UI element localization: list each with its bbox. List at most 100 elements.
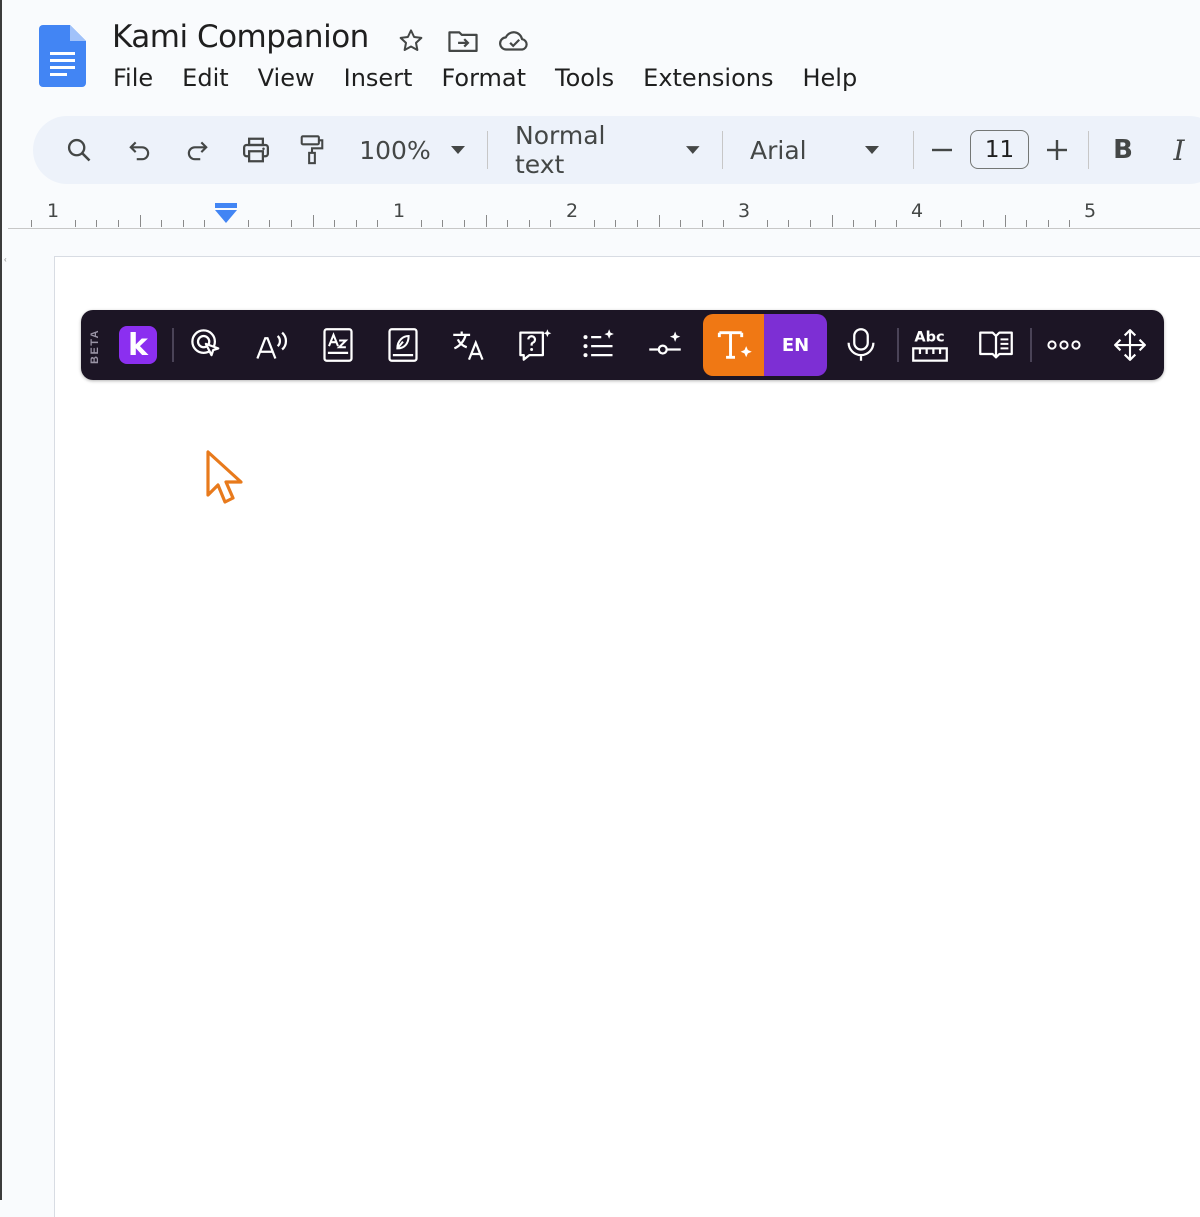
kami-divider xyxy=(1030,328,1032,362)
ruler-tick xyxy=(377,220,379,227)
decrease-font-size-button[interactable] xyxy=(925,116,959,184)
kami-divider xyxy=(172,328,174,362)
kami-dictionary-button[interactable] xyxy=(312,318,364,372)
menu-bar: File Edit View Insert Format Tools Exten… xyxy=(113,64,886,92)
redo-button[interactable] xyxy=(178,116,216,184)
ruler-tick xyxy=(615,220,617,227)
kami-move-handle[interactable] xyxy=(1104,318,1156,372)
ruler-tick xyxy=(593,220,595,227)
ruler-tick xyxy=(896,220,898,227)
ruler-tick xyxy=(1026,220,1028,227)
ruler-tick xyxy=(507,220,509,227)
print-icon xyxy=(243,137,269,163)
ruler-tick xyxy=(420,220,422,227)
menu-edit[interactable]: Edit xyxy=(182,64,228,92)
zoom-value: 100% xyxy=(359,135,431,165)
kami-read-aloud-button[interactable] xyxy=(246,318,298,372)
ruler-tick xyxy=(312,215,314,227)
ruler-tick xyxy=(723,220,725,227)
kami-question-button[interactable] xyxy=(509,318,561,372)
menu-view[interactable]: View xyxy=(258,64,315,92)
ruler-tick xyxy=(636,220,638,227)
ruler-tick xyxy=(1047,220,1049,227)
kami-select-button[interactable] xyxy=(181,318,233,372)
kami-logo-button[interactable]: k xyxy=(119,326,157,364)
kami-more-button[interactable] xyxy=(1038,318,1090,372)
kami-language-button[interactable]: EN xyxy=(764,314,827,376)
font-value: Arial xyxy=(750,135,807,165)
ruler-tick xyxy=(874,220,876,227)
star-icon[interactable] xyxy=(394,24,428,58)
collapse-arrow-icon[interactable]: ‹ xyxy=(4,255,8,264)
ruler-tick xyxy=(853,220,855,227)
menu-extensions[interactable]: Extensions xyxy=(643,64,773,92)
ruler-tick xyxy=(269,220,271,227)
chevron-down-icon xyxy=(450,146,465,154)
document-page[interactable] xyxy=(54,256,1200,1217)
ruler-label: 2 xyxy=(566,200,579,222)
zoom-select[interactable]: 100% xyxy=(352,116,472,184)
chevron-down-icon xyxy=(686,146,700,154)
ruler-tick xyxy=(788,220,790,227)
select-icon xyxy=(191,329,220,357)
style-value: Normal text xyxy=(515,121,606,179)
kami-text-simplify-button[interactable] xyxy=(703,314,766,376)
cloud-saved-icon[interactable] xyxy=(498,24,532,58)
menu-help[interactable]: Help xyxy=(802,64,857,92)
kami-immersive-reader-button[interactable] xyxy=(970,318,1022,372)
chevron-down-icon xyxy=(864,146,879,154)
menu-tools[interactable]: Tools xyxy=(555,64,614,92)
ruler-tick xyxy=(161,220,163,227)
menu-format[interactable]: Format xyxy=(441,64,526,92)
ruler-tick xyxy=(31,220,33,227)
ruler-tick xyxy=(809,220,811,227)
redo-icon xyxy=(187,141,208,161)
bold-button[interactable]: B xyxy=(1106,116,1140,184)
beta-badge: BETA xyxy=(89,328,101,364)
increase-font-size-button[interactable] xyxy=(1040,116,1074,184)
undo-icon xyxy=(129,141,150,161)
move-to-folder-icon[interactable] xyxy=(446,24,480,58)
document-title[interactable]: Kami Companion xyxy=(112,19,369,55)
kami-adjust-text-button[interactable] xyxy=(639,318,691,372)
search-menus-button[interactable] xyxy=(60,116,98,184)
kami-divider xyxy=(897,328,899,362)
kami-summarize-button[interactable] xyxy=(573,318,625,372)
menu-insert[interactable]: Insert xyxy=(344,64,413,92)
mouse-pointer-icon xyxy=(206,450,243,504)
ruler-tick xyxy=(96,220,98,227)
horizontal-ruler[interactable] xyxy=(8,196,1200,229)
kami-translate-button[interactable] xyxy=(443,318,495,372)
menu-file[interactable]: File xyxy=(113,64,153,92)
ruler-tick xyxy=(74,220,76,227)
ruler-tick xyxy=(528,220,530,227)
ruler-tick xyxy=(485,215,487,227)
undo-button[interactable] xyxy=(121,116,159,184)
ruler-tick xyxy=(334,220,336,227)
docs-logo-icon[interactable] xyxy=(39,25,86,87)
ruler-tick xyxy=(463,220,465,227)
paint-format-button[interactable] xyxy=(293,116,331,184)
svg-text:Abc: Abc xyxy=(914,330,944,346)
toolbar-divider xyxy=(1088,131,1089,169)
indent-marker-icon[interactable] xyxy=(215,203,237,225)
ruler-tick xyxy=(701,220,703,227)
minus-icon xyxy=(932,148,952,152)
font-select[interactable]: Arial xyxy=(745,116,895,184)
dictionary-icon xyxy=(323,328,353,362)
ruler-tick xyxy=(831,215,833,227)
search-icon xyxy=(67,138,91,162)
spell-check-icon: Abc xyxy=(912,330,948,362)
kami-reading-guide-button[interactable] xyxy=(377,318,429,372)
ruler-tick xyxy=(1069,220,1071,227)
ruler-tick xyxy=(139,215,141,227)
toolbar-divider xyxy=(913,131,914,169)
kami-dictation-button[interactable] xyxy=(835,318,887,372)
adjust-text-icon xyxy=(649,331,681,355)
immersive-reader-icon xyxy=(979,331,1013,359)
italic-button[interactable]: I xyxy=(1162,116,1196,184)
kami-spell-check-button[interactable]: Abc xyxy=(904,318,956,372)
styles-select[interactable]: Normal text xyxy=(510,116,700,184)
font-size-input[interactable]: 11 xyxy=(970,130,1029,169)
print-button[interactable] xyxy=(236,116,276,184)
